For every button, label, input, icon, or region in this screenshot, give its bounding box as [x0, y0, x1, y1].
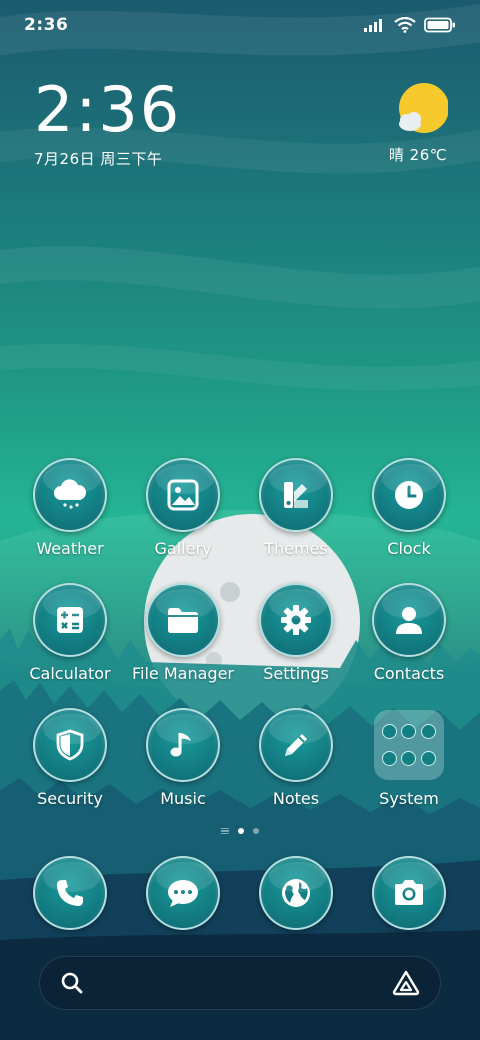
app-label-weather: Weather	[36, 539, 104, 558]
grid-mini-icon	[382, 724, 398, 739]
music-note-icon	[146, 708, 220, 782]
app-music[interactable]: Music	[127, 708, 239, 808]
app-contacts[interactable]: Contacts	[353, 583, 465, 683]
app-gallery[interactable]: Gallery	[127, 458, 239, 558]
search-bar[interactable]	[39, 956, 441, 1010]
assistant-icon[interactable]	[392, 970, 420, 996]
cloud-snow-icon	[33, 458, 107, 532]
app-label-settings: Settings	[263, 664, 329, 683]
app-label-music: Music	[160, 789, 206, 808]
menu-lines-icon	[221, 828, 229, 834]
shield-icon	[33, 708, 107, 782]
app-label-calculator: Calculator	[29, 664, 111, 683]
page-indicator[interactable]	[0, 828, 480, 834]
app-file-manager[interactable]: File Manager	[127, 583, 239, 683]
page-dot	[253, 828, 259, 834]
gear-icon	[259, 583, 333, 657]
app-calculator[interactable]: Calculator	[14, 583, 126, 683]
pencil-icon	[259, 708, 333, 782]
brush-icon	[259, 458, 333, 532]
clock-icon	[372, 458, 446, 532]
dock-browser[interactable]	[240, 856, 352, 930]
app-weather[interactable]: Weather	[14, 458, 126, 558]
camera-icon	[372, 856, 446, 930]
download-mini-icon	[420, 724, 436, 739]
app-label-notes: Notes	[272, 789, 320, 808]
app-label-themes: Themes	[264, 539, 328, 558]
compass-mini-icon	[401, 751, 417, 766]
app-label-gallery: Gallery	[154, 539, 212, 558]
dock-phone[interactable]	[14, 856, 126, 930]
search-icon[interactable]	[60, 971, 84, 995]
app-label-clock: Clock	[387, 539, 431, 558]
folder-icon	[374, 710, 444, 780]
calculator-icon	[33, 583, 107, 657]
dock-messages[interactable]	[127, 856, 239, 930]
app-label-contacts: Contacts	[373, 664, 445, 683]
page-dot-active	[238, 828, 244, 834]
app-system-folder[interactable]: System	[353, 708, 465, 808]
chat-icon	[146, 856, 220, 930]
dock	[0, 856, 480, 936]
globe-icon	[259, 856, 333, 930]
radio-mini-icon	[420, 751, 436, 766]
person-icon	[372, 583, 446, 657]
app-label-security: Security	[37, 789, 103, 808]
mic-mini-icon	[382, 751, 398, 766]
app-clock[interactable]: Clock	[353, 458, 465, 558]
app-settings[interactable]: Settings	[240, 583, 352, 683]
phone-icon	[33, 856, 107, 930]
app-label-system: System	[379, 789, 439, 808]
folder-icon	[146, 583, 220, 657]
dock-camera[interactable]	[353, 856, 465, 930]
image-icon	[146, 458, 220, 532]
video-mini-icon	[401, 724, 417, 739]
app-notes[interactable]: Notes	[240, 708, 352, 808]
app-security[interactable]: Security	[14, 708, 126, 808]
app-label-file-manager: File Manager	[132, 664, 234, 683]
app-themes[interactable]: Themes	[240, 458, 352, 558]
